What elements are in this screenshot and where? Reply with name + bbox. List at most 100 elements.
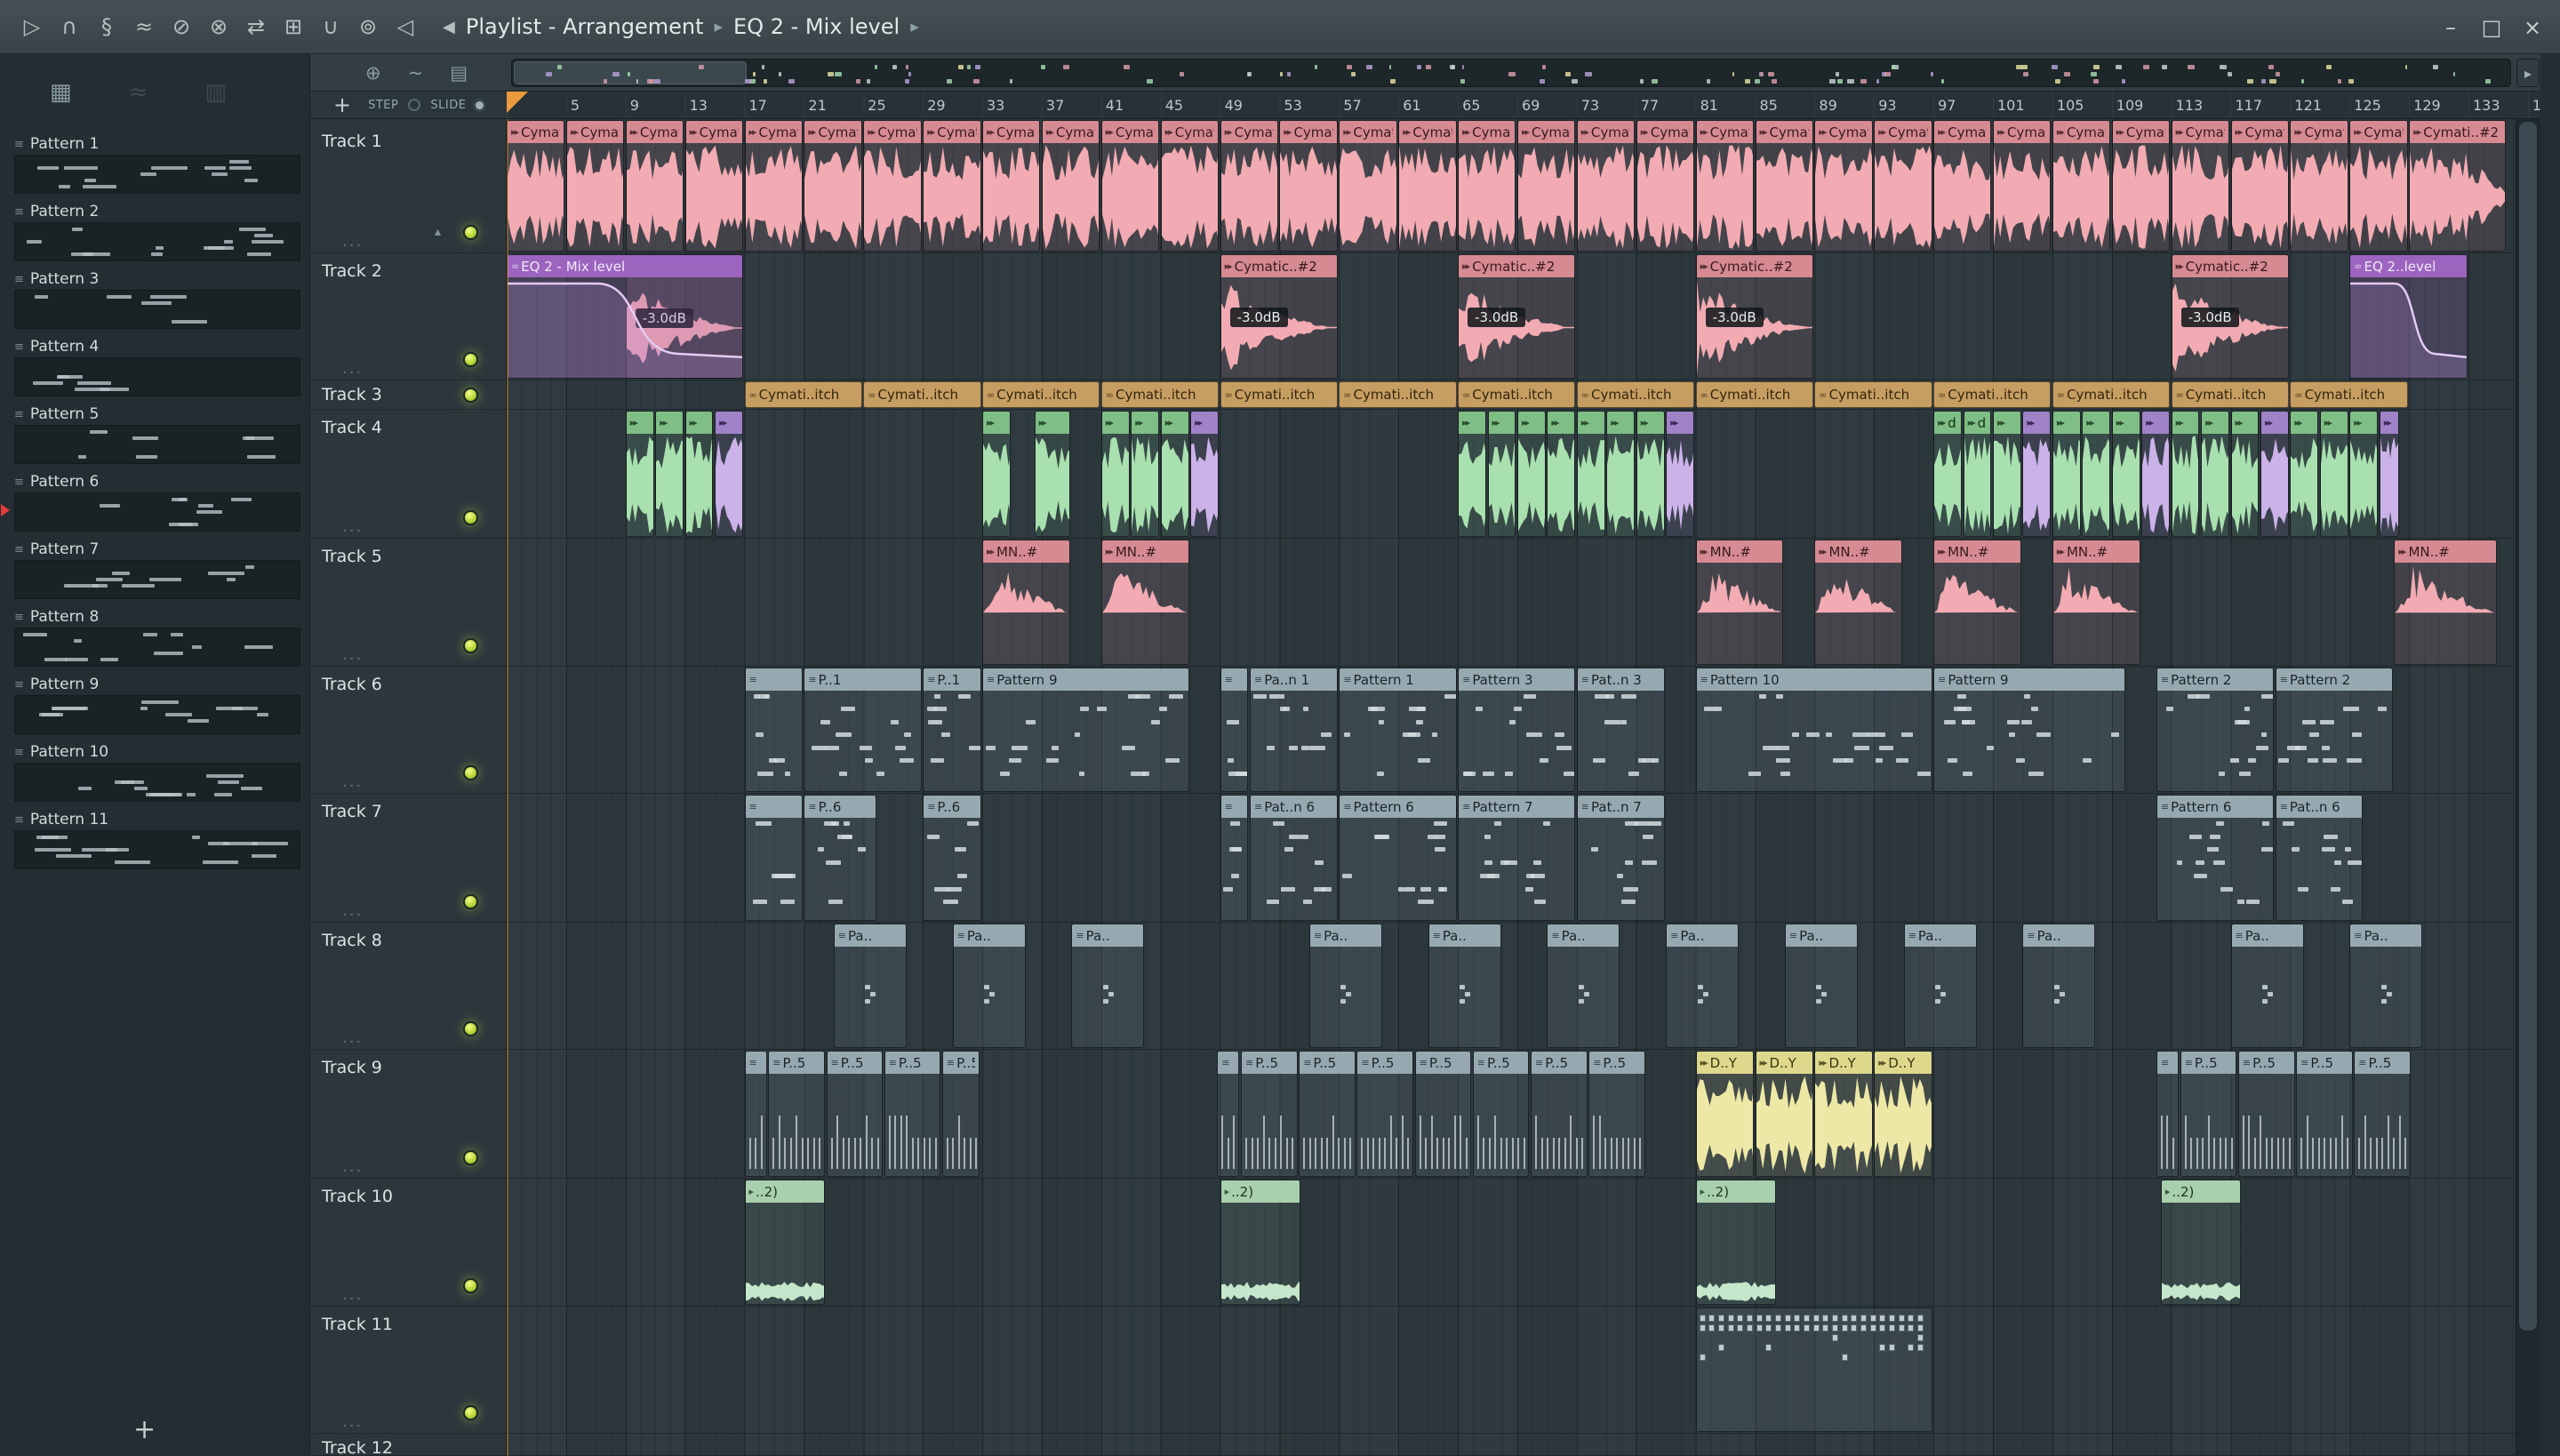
clip[interactable]: ▸▸Cymati..Min	[1933, 120, 1992, 252]
clip[interactable]: ▸▸	[2201, 411, 2229, 537]
clip[interactable]: ≡P..5	[1414, 1051, 1472, 1177]
clip[interactable]: ▸▸	[2082, 411, 2111, 537]
clip[interactable]: ≡P..5	[1241, 1051, 1298, 1177]
clip[interactable]: ∞ Cymati..itch	[982, 381, 1100, 408]
clip[interactable]: ▸▸Cymati..Min	[1814, 120, 1873, 252]
clip[interactable]: ▸ ..2)	[744, 1180, 825, 1305]
clip[interactable]: ≡	[1217, 1051, 1240, 1177]
clip[interactable]: ≡ Pat..n 6	[1250, 795, 1338, 921]
track-header[interactable]: Track 9...	[310, 1050, 506, 1179]
track-header[interactable]: Track 3	[310, 380, 506, 410]
track-mute-led[interactable]	[463, 894, 478, 909]
clip[interactable]: ≡P..5	[826, 1051, 884, 1177]
clip[interactable]: ≡ Pattern 1	[1339, 668, 1457, 792]
paint-tool-icon[interactable]: ≈	[126, 14, 162, 39]
zoom-tool-icon[interactable]: ⊚	[350, 14, 386, 39]
playlist-overview-bar[interactable]	[511, 59, 2511, 87]
picker-auto-icon[interactable]: ▥	[204, 79, 227, 106]
track-mute-led[interactable]	[463, 352, 478, 367]
track-options-dots[interactable]: ...	[342, 1412, 363, 1431]
track-header[interactable]: Track 6...	[310, 667, 506, 794]
clip[interactable]: ▸▸Cymati..Min	[1339, 120, 1397, 252]
clip[interactable]: ≡ Pa..	[1784, 924, 1858, 1048]
clip[interactable]: ≡ Pattern 2	[2156, 668, 2275, 792]
clip[interactable]: ▸▸Cymati..Min	[1398, 120, 1457, 252]
clip[interactable]: ≡ Pa..	[1666, 924, 1740, 1048]
clip[interactable]: ▸▸Cymati..Min	[1160, 120, 1220, 252]
pattern-item[interactable]: ≡ Pattern 2	[0, 198, 309, 266]
clip[interactable]: ▸▸Cymati..Min	[744, 120, 803, 252]
clip[interactable]: ∞ Cymati..itch	[2171, 381, 2289, 408]
clip[interactable]: ▸▸	[1487, 411, 1516, 537]
clip[interactable]: ≡P..5	[1588, 1051, 1645, 1177]
move-tool-icon[interactable]: ⊕	[365, 62, 381, 84]
clip[interactable]: ▸▸ D..Y	[1695, 1051, 1754, 1177]
clip[interactable]: ▸▸ Cymatic..#2 -3.0dB	[1695, 254, 1813, 379]
clip[interactable]: ▸▸ MN..#	[1100, 540, 1189, 665]
clip[interactable]: ▸▸Cymati..Min	[1874, 120, 1932, 252]
clip[interactable]: ▸▸	[2230, 411, 2260, 537]
clip[interactable]: ≡ Pat..n 3	[1576, 668, 1665, 792]
clip[interactable]: ∞ Cymati..itch	[863, 381, 981, 408]
close-button[interactable]: ×	[2512, 15, 2553, 40]
track-header[interactable]: Track 1... ▴	[310, 119, 506, 253]
track-header[interactable]: Track 5...	[310, 539, 506, 667]
track-mute-led[interactable]	[463, 225, 478, 240]
clip[interactable]: ≡ Pa..	[1428, 924, 1501, 1048]
pattern-item[interactable]: ≡ Pattern 7	[0, 536, 309, 604]
track-header[interactable]: Track 10...	[310, 1179, 506, 1307]
select-tool-icon[interactable]: ⊞	[276, 14, 311, 39]
clip[interactable]: ▸ ..2)	[1695, 1180, 1777, 1305]
track-header[interactable]: Track 8...	[310, 923, 506, 1050]
clip[interactable]: ≡ Pa..	[2349, 924, 2423, 1048]
pattern-item[interactable]: ≡ Pattern 6	[0, 468, 309, 536]
clip[interactable]: ▸▸	[1576, 411, 1605, 537]
clip[interactable]: ∞ Cymati..itch	[1576, 381, 1695, 408]
clip[interactable]: ≡	[744, 795, 803, 921]
playback-mode-icon[interactable]: ◁	[388, 14, 423, 39]
clip[interactable]: ≡ Pa..	[1547, 924, 1620, 1048]
track-lane[interactable]	[507, 923, 2516, 1050]
clip[interactable]: ≡ P..1	[804, 668, 922, 792]
add-pattern-button[interactable]: +	[133, 1414, 156, 1445]
clip[interactable]: ▸▸Cymati..Min	[2230, 120, 2289, 252]
clip[interactable]: ▸▸	[715, 411, 743, 537]
clip[interactable]: ▸▸d..n	[1933, 411, 1962, 537]
clip[interactable]: ▸▸	[1190, 411, 1219, 537]
clip[interactable]: ≡ Pa..	[1308, 924, 1382, 1048]
track-options-dots[interactable]: ...	[342, 1028, 363, 1047]
clip[interactable]: ≡	[744, 668, 803, 792]
clip[interactable]: ▸▸Cymati..Min	[2290, 120, 2348, 252]
clip[interactable]: ▸▸Cymati..Min	[1695, 120, 1754, 252]
clip[interactable]: ▸▸Cymati..Min	[1041, 120, 1100, 252]
clip[interactable]: ▸▸ Cymati..#2	[2409, 120, 2507, 252]
clip[interactable]: ▸▸Cymati..Min	[1636, 120, 1695, 252]
clip[interactable]: ▸▸Cymati..Min	[804, 120, 862, 252]
minimize-button[interactable]: –	[2430, 15, 2471, 40]
clip[interactable]: ≡P..5	[2237, 1051, 2295, 1177]
clip[interactable]: ≡P..5	[1531, 1051, 1588, 1177]
clip[interactable]: ▸▸ MN..#	[1933, 540, 2021, 665]
pattern-item[interactable]: ≡ Pattern 3	[0, 266, 309, 333]
automation-link-icon[interactable]: ~	[408, 62, 424, 84]
clip[interactable]: ▸▸	[1636, 411, 1665, 537]
clip[interactable]: ▸▸ D..Y	[1874, 1051, 1932, 1177]
clip[interactable]: ∞ EQ 2..level	[2349, 254, 2468, 379]
clip[interactable]: ▸▸	[1100, 411, 1130, 537]
clip[interactable]: ▸▸ Cymatic..#2 -3.0dB	[1458, 254, 1576, 379]
pattern-item[interactable]: ≡ Pattern 4	[0, 333, 309, 401]
clip[interactable]: ≡ Pa..	[1903, 924, 1977, 1048]
clip[interactable]: ∞ Cymati..itch	[1814, 381, 1932, 408]
clip[interactable]: ▸▸	[2171, 411, 2200, 537]
pattern-item[interactable]: ≡ Pattern 5	[0, 401, 309, 468]
scrollbar-thumb[interactable]	[2519, 122, 2537, 1331]
clip[interactable]: ≡ Pattern 9	[1933, 668, 2125, 792]
track-header[interactable]: Track 12	[310, 1434, 506, 1456]
scroll-right-button[interactable]: ▸	[2516, 59, 2540, 87]
vertical-scrollbar[interactable]	[2516, 119, 2540, 1456]
clip[interactable]: ▸▸	[2022, 411, 2052, 537]
clip[interactable]: ≡P..5	[768, 1051, 825, 1177]
slide-tool-icon[interactable]: ⇄	[238, 14, 274, 39]
track-header[interactable]: Track 2...	[310, 253, 506, 380]
clip[interactable]: ▸▸ Cymatic..#2 -3.0dB	[2171, 254, 2289, 379]
